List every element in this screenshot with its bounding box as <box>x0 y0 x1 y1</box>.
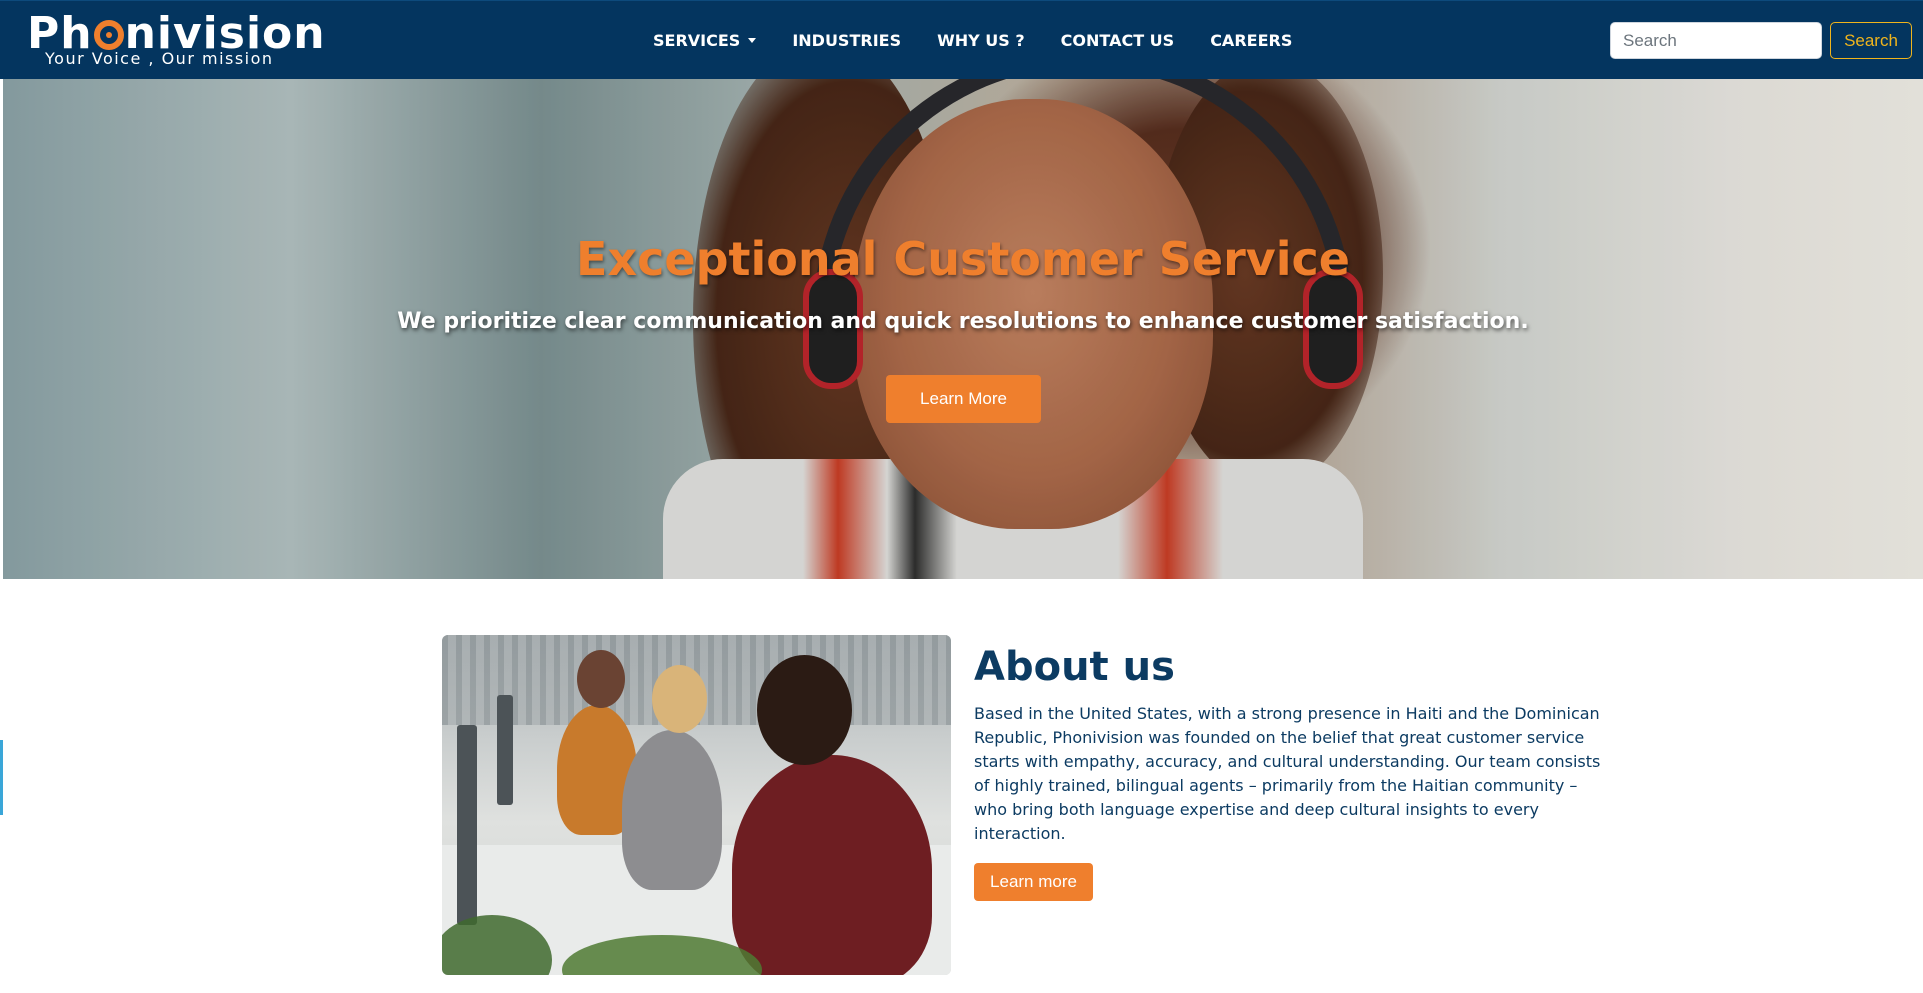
brand-logo[interactable]: Ph nivision Your Voice , Our mission <box>27 9 325 71</box>
page-edge-accent <box>0 740 3 815</box>
about-learn-more-button[interactable]: Learn more <box>974 863 1093 901</box>
navbar: Ph nivision Your Voice , Our mission SERV… <box>0 0 1923 79</box>
about-photo-person <box>622 730 722 890</box>
logo-ring-icon <box>93 20 124 50</box>
nav-item-industries[interactable]: INDUSTRIES <box>792 31 901 50</box>
about-photo-monitor <box>497 695 513 805</box>
nav-item-contact-us[interactable]: CONTACT US <box>1061 31 1175 50</box>
hero-subtitle: We prioritize clear communication and qu… <box>397 309 1529 334</box>
about-photo-person-head <box>757 655 852 765</box>
logo-tagline: Your Voice , Our mission <box>45 49 274 68</box>
about-photo-monitor <box>457 725 477 925</box>
search-button[interactable]: Search <box>1830 22 1912 59</box>
main-nav: SERVICES INDUSTRIES WHY US ? CONTACT US … <box>653 1 1328 80</box>
nav-item-careers[interactable]: CAREERS <box>1210 31 1292 50</box>
about-photo-person <box>732 755 932 975</box>
nav-item-services[interactable]: SERVICES <box>653 31 757 50</box>
nav-item-why-us[interactable]: WHY US ? <box>937 31 1025 50</box>
hero-title: Exceptional Customer Service <box>576 232 1350 286</box>
about-description: Based in the United States, with a stron… <box>974 704 1601 843</box>
about-photo-person-head <box>652 665 707 733</box>
caret-down-icon <box>748 38 757 43</box>
hero-banner: Exceptional Customer Service We prioriti… <box>3 79 1923 579</box>
search-input[interactable] <box>1610 22 1822 59</box>
about-title: About us <box>974 644 1175 690</box>
about-team-photo <box>442 635 951 975</box>
hero-learn-more-button[interactable]: Learn More <box>886 375 1041 423</box>
about-photo-person-head <box>577 650 625 708</box>
